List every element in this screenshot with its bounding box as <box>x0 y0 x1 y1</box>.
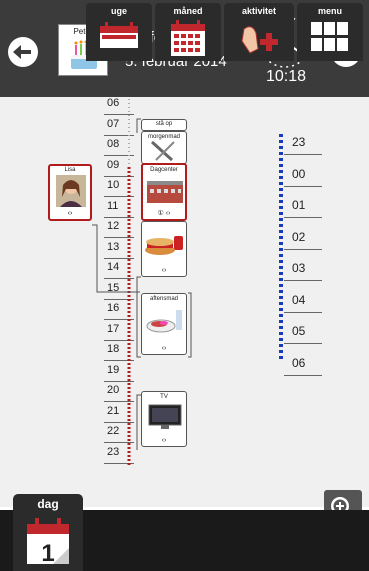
night-hour-divider <box>284 154 322 155</box>
night-hour-divider <box>284 374 322 376</box>
night-hour-label: 00 <box>292 166 306 181</box>
link-icon: ‹› <box>67 210 73 217</box>
digital-time-label: 10:18 <box>265 68 307 85</box>
week-calendar-icon <box>100 22 138 48</box>
day-calendar-icon: 1 <box>27 518 69 566</box>
night-hour-label: 02 <box>292 229 306 244</box>
menu-grid-icon <box>311 22 348 51</box>
night-hour-label: 23 <box>292 135 306 149</box>
night-hour-label: 01 <box>292 198 306 212</box>
night-hour-divider <box>284 217 322 218</box>
person-photo-icon <box>56 175 86 207</box>
activity-brackets <box>136 118 192 450</box>
person-card-lisa[interactable]: Lisa ‹› <box>48 164 92 221</box>
previous-day-button[interactable] <box>8 37 38 67</box>
night-hour-divider <box>284 185 322 187</box>
tab-day[interactable]: dag 1 <box>13 494 83 571</box>
svg-text:1: 1 <box>41 540 54 566</box>
night-hour-label: 05 <box>292 324 306 338</box>
add-activity-icon <box>241 26 278 54</box>
night-hour-label: 06 <box>292 355 306 370</box>
night-time-dots <box>279 134 283 360</box>
night-hour-divider <box>284 280 322 281</box>
tab-week[interactable]: uge <box>86 3 152 61</box>
arrow-left-icon <box>13 45 31 59</box>
tab-menu[interactable]: menu <box>297 3 363 61</box>
night-hour-divider <box>284 311 322 313</box>
month-calendar-icon <box>171 20 205 56</box>
night-hour-divider <box>284 248 322 250</box>
person-name: Lisa <box>64 167 76 173</box>
night-hour-label: 03 <box>292 261 306 275</box>
day-timeline[interactable]: 06 07 08 09 10 11 12 13 14 15 16 17 18 19 20 21 22 23 23 0… <box>0 97 369 571</box>
tab-activity[interactable]: aktivitet <box>224 3 294 61</box>
night-hour-divider <box>284 343 322 344</box>
tab-month[interactable]: måned <box>155 3 221 61</box>
night-hour-label: 04 <box>292 292 306 307</box>
